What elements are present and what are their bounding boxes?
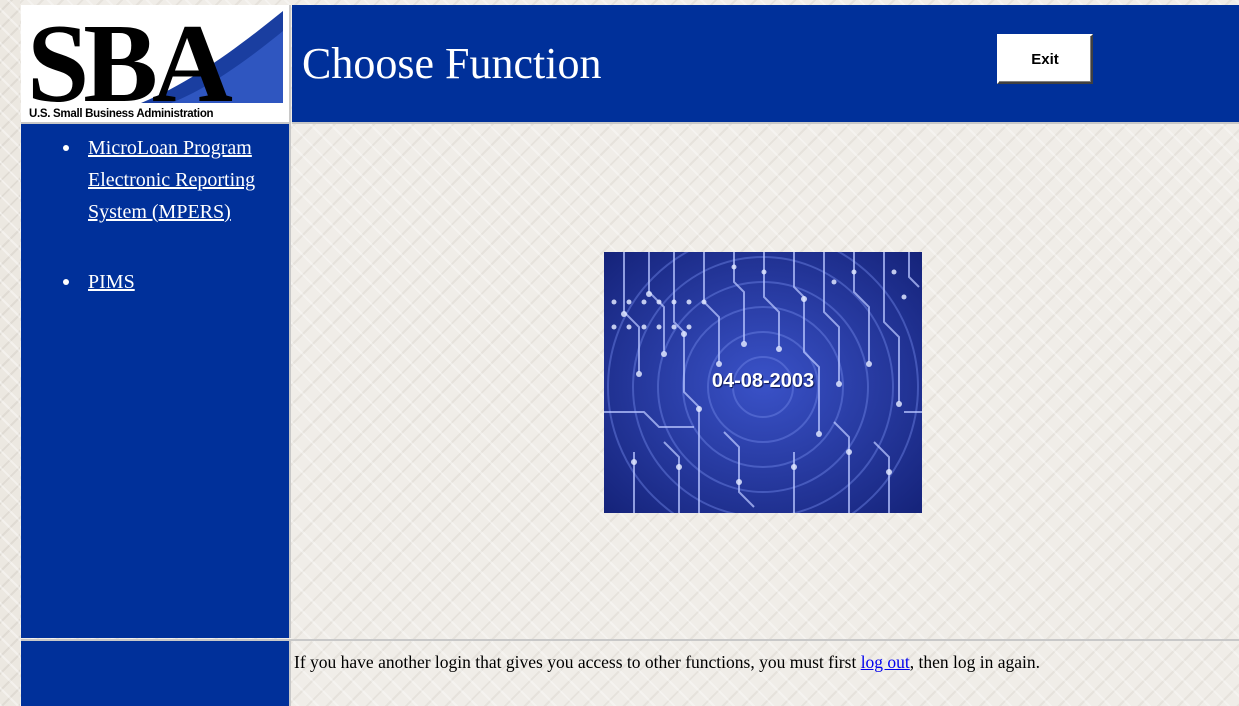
- mpers-link[interactable]: MicroLoan Program Electronic Reporting S…: [88, 137, 255, 223]
- logo-wordmark: SBA: [27, 5, 233, 122]
- circuit-board-banner: 04-08-2003: [604, 252, 922, 513]
- bullet-icon: [63, 145, 69, 151]
- logout-notice: If you have another login that gives you…: [294, 648, 1229, 677]
- sidebar-item-mpers: MicroLoan Program Electronic Reporting S…: [21, 132, 289, 228]
- pims-link[interactable]: PIMS: [88, 271, 135, 293]
- footer-sidebar-block: [21, 641, 291, 706]
- main-content: 04-08-2003: [292, 124, 1239, 638]
- sidebar-item-pims: PIMS: [21, 266, 289, 298]
- sba-logo-graphic: SBA: [21, 5, 289, 122]
- exit-button[interactable]: Exit: [997, 34, 1093, 84]
- bullet-icon: [63, 279, 69, 285]
- header-bar: Choose Function Exit: [292, 5, 1239, 124]
- logout-notice-text-after: , then log in again.: [909, 652, 1041, 672]
- sidebar: MicroLoan Program Electronic Reporting S…: [21, 124, 291, 638]
- page: SBA U.S. Small Business Administration C…: [0, 0, 1239, 706]
- left-margin-strip: [0, 0, 20, 706]
- page-title: Choose Function: [302, 39, 602, 88]
- date-label: 04-08-2003: [711, 370, 815, 392]
- logo-caption: U.S. Small Business Administration: [29, 108, 214, 120]
- function-list: MicroLoan Program Electronic Reporting S…: [21, 132, 289, 298]
- sba-logo: SBA U.S. Small Business Administration: [21, 5, 291, 124]
- logout-notice-text-before: If you have another login that gives you…: [294, 652, 861, 672]
- log-out-link[interactable]: log out: [861, 652, 910, 672]
